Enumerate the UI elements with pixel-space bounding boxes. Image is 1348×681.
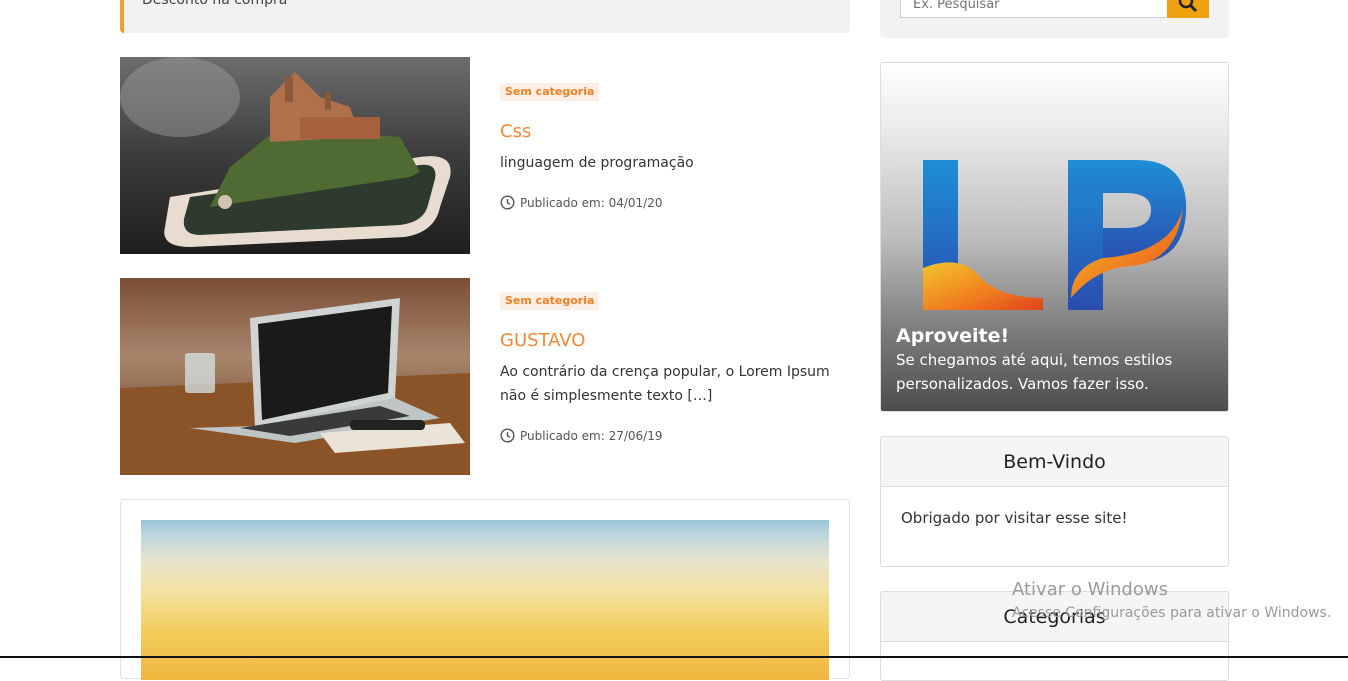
featured-post-card[interactable]: [120, 499, 850, 680]
post-date: Publicado em: 27/06/19: [500, 428, 662, 443]
notice-bar: Desconto na compra: [120, 0, 850, 33]
post-category-badge[interactable]: Sem categoria: [500, 292, 600, 310]
search-icon: [1178, 0, 1197, 12]
windows-activation-text: Acesse Configurações para ativar o Windo…: [1012, 605, 1332, 621]
post-excerpt: linguagem de programação: [500, 155, 694, 171]
post-image-smartphone: [120, 57, 470, 254]
post-thumbnail[interactable]: [120, 57, 470, 254]
promo-title: Aproveite!: [896, 325, 1010, 347]
widget-title: Bem-Vindo: [881, 437, 1228, 487]
widget-text: Obrigado por visitar esse site!: [901, 509, 1128, 527]
clock-icon: [500, 195, 515, 210]
post-thumbnail[interactable]: [120, 278, 470, 475]
windows-activation-title: Ativar o Windows: [1012, 579, 1168, 600]
post-category-badge[interactable]: Sem categoria: [500, 83, 600, 101]
post-image-laptop: [120, 278, 470, 475]
search-widget: [880, 0, 1229, 38]
promo-banner: Aproveite! Se chegamos até aqui, temos e…: [880, 62, 1229, 412]
post-date-text: Publicado em: 04/01/20: [520, 195, 663, 210]
promo-text: Se chegamos até aqui, temos estilos pers…: [896, 351, 1173, 393]
post-date: Publicado em: 04/01/20: [500, 195, 662, 210]
post-date-text: Publicado em: 27/06/19: [520, 428, 663, 443]
post-title[interactable]: GUSTAVO: [500, 330, 585, 351]
post-excerpt: Ao contrário da crença popular, o Lorem …: [500, 364, 830, 404]
search-input[interactable]: [900, 0, 1166, 18]
clock-icon: [500, 428, 515, 443]
post-title[interactable]: Css: [500, 121, 531, 142]
notice-text: Desconto na compra: [142, 0, 288, 8]
lp-logo: [923, 160, 1187, 310]
welcome-widget: Bem-Vindo Obrigado por visitar esse site…: [880, 436, 1229, 567]
search-button[interactable]: [1167, 0, 1209, 18]
